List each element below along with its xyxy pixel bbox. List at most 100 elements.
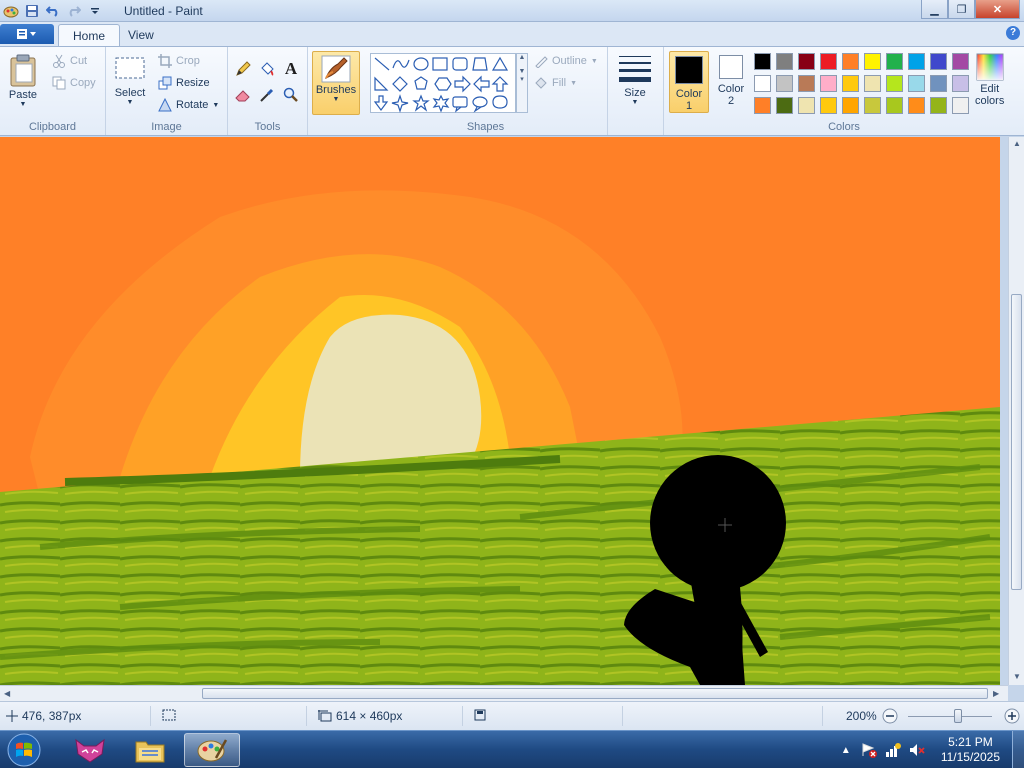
taskbar-file-explorer[interactable] xyxy=(122,733,178,767)
palette-swatch[interactable] xyxy=(776,97,793,114)
palette-swatch[interactable] xyxy=(754,75,771,92)
palette-swatch[interactable] xyxy=(952,53,969,70)
taskbar-paint[interactable] xyxy=(184,733,240,767)
title-bar: Untitled - Paint ▁ ❐ ✕ xyxy=(0,0,1024,22)
colors-group-label: Colors xyxy=(828,121,860,133)
palette-swatch[interactable] xyxy=(930,53,947,70)
magnifier-icon[interactable] xyxy=(281,85,301,105)
edit-colors-label-1: Edit xyxy=(980,83,1000,95)
resize-button[interactable]: Resize xyxy=(158,76,210,90)
horizontal-scrollbar[interactable]: ◀ ▶ xyxy=(0,685,1008,701)
rotate-button[interactable]: Rotate ▼ xyxy=(158,98,219,112)
undo-icon[interactable] xyxy=(44,2,62,19)
cut-label: Cut xyxy=(70,55,88,67)
color-picker-icon[interactable] xyxy=(257,85,277,105)
palette-swatch[interactable] xyxy=(886,97,903,114)
palette-swatch[interactable] xyxy=(842,97,859,114)
taskbar-app-fox[interactable] xyxy=(62,733,118,767)
zoom-out-button[interactable] xyxy=(882,708,898,724)
outline-button[interactable]: Outline ▼ xyxy=(534,54,598,68)
brushes-button[interactable]: Brushes ▼ xyxy=(312,51,360,115)
network-icon[interactable] xyxy=(885,742,901,758)
palette-swatch[interactable] xyxy=(754,97,771,114)
color2-button[interactable]: Color 2 xyxy=(711,51,751,113)
minimize-button[interactable]: ▁ xyxy=(921,0,948,19)
scroll-down-arrow-icon[interactable]: ▼ xyxy=(1013,672,1021,681)
tab-home[interactable]: Home xyxy=(58,24,121,46)
zoom-slider[interactable] xyxy=(908,709,992,723)
horizontal-scroll-thumb[interactable] xyxy=(202,688,988,699)
palette-swatch[interactable] xyxy=(754,53,771,70)
palette-swatch[interactable] xyxy=(820,97,837,114)
tools-group: A Tools xyxy=(228,47,308,135)
save-icon[interactable] xyxy=(23,2,41,19)
palette-swatch[interactable] xyxy=(886,75,903,92)
drawing-canvas[interactable] xyxy=(0,137,1000,685)
quick-access-toolbar xyxy=(2,2,104,19)
palette-swatch[interactable] xyxy=(776,53,793,70)
vertical-scrollbar[interactable]: ▲ ▼ xyxy=(1008,137,1024,685)
taskbar-clock[interactable]: 5:21 PM 11/15/2025 xyxy=(941,735,1000,765)
copy-icon xyxy=(52,76,66,90)
scroll-left-arrow-icon[interactable]: ◀ xyxy=(4,689,10,698)
palette-swatch[interactable] xyxy=(864,97,881,114)
shapes-scroll[interactable]: ▲ ▼ ▾ xyxy=(516,53,528,113)
tab-view[interactable]: View xyxy=(114,24,168,46)
palette-swatch[interactable] xyxy=(842,53,859,70)
fill-label: Fill xyxy=(552,77,567,89)
cut-button[interactable]: Cut xyxy=(52,54,87,68)
palette-swatch[interactable] xyxy=(908,75,925,92)
paint-menu-button[interactable] xyxy=(0,24,54,44)
size-button[interactable]: Size ▼ xyxy=(618,53,652,106)
palette-swatch[interactable] xyxy=(842,75,859,92)
pencil-icon[interactable] xyxy=(233,59,253,79)
start-button[interactable] xyxy=(4,733,44,767)
palette-swatch[interactable] xyxy=(798,53,815,70)
edit-colors-label-2: colors xyxy=(975,95,1005,107)
show-desktop-button[interactable] xyxy=(1012,731,1024,768)
palette-swatch[interactable] xyxy=(820,75,837,92)
zoom-level: 200% xyxy=(846,709,877,723)
fill-button[interactable]: Fill ▼ xyxy=(534,76,577,90)
palette-swatch[interactable] xyxy=(798,75,815,92)
palette-swatch[interactable] xyxy=(930,75,947,92)
palette-swatch[interactable] xyxy=(930,97,947,114)
maximize-button[interactable]: ❐ xyxy=(948,0,975,19)
paste-button[interactable]: Paste ▼ xyxy=(8,53,38,108)
copy-button[interactable]: Copy xyxy=(52,76,96,90)
edit-colors-button[interactable]: Edit colors xyxy=(975,53,1004,107)
select-button[interactable]: Select ▼ xyxy=(114,55,146,106)
text-icon[interactable]: A xyxy=(281,59,301,79)
vertical-scroll-thumb[interactable] xyxy=(1011,294,1022,590)
scroll-up-arrow-icon[interactable]: ▲ xyxy=(1013,139,1021,148)
customize-qat-icon[interactable] xyxy=(86,2,104,19)
palette-swatch[interactable] xyxy=(908,53,925,70)
fill-bucket-icon[interactable] xyxy=(257,59,277,79)
eraser-icon[interactable] xyxy=(233,85,253,105)
palette-swatch[interactable] xyxy=(864,53,881,70)
help-button[interactable]: ? xyxy=(1006,26,1020,40)
palette-swatch[interactable] xyxy=(952,97,969,114)
shapes-gallery-icons[interactable] xyxy=(371,54,517,114)
close-button[interactable]: ✕ xyxy=(975,0,1020,19)
zoom-in-button[interactable] xyxy=(1004,708,1020,724)
palette-swatch[interactable] xyxy=(886,53,903,70)
crop-button[interactable]: Crop xyxy=(158,54,200,68)
paint-app-icon[interactable] xyxy=(2,2,20,19)
palette-swatch[interactable] xyxy=(776,75,793,92)
outline-label: Outline xyxy=(552,55,587,67)
color1-button[interactable]: Color 1 xyxy=(669,51,709,113)
palette-swatch[interactable] xyxy=(908,97,925,114)
volume-muted-icon[interactable] xyxy=(909,742,925,758)
brushes-group: Brushes ▼ xyxy=(308,47,364,135)
paint-palette-icon xyxy=(197,739,228,762)
scroll-right-arrow-icon[interactable]: ▶ xyxy=(993,689,999,698)
palette-swatch[interactable] xyxy=(820,53,837,70)
palette-swatch[interactable] xyxy=(952,75,969,92)
palette-swatch[interactable] xyxy=(798,97,815,114)
redo-icon[interactable] xyxy=(65,2,83,19)
action-center-icon[interactable] xyxy=(861,742,877,758)
palette-swatch[interactable] xyxy=(864,75,881,92)
show-hidden-icons-icon[interactable]: ▲ xyxy=(841,745,851,756)
zoom-slider-thumb[interactable] xyxy=(953,709,962,723)
